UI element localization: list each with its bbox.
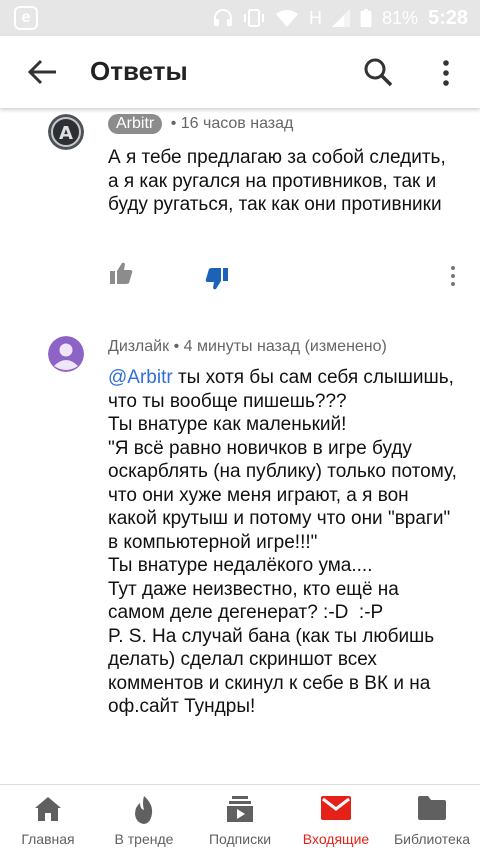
separator-dot: • xyxy=(173,338,184,355)
comment-meta: Arbitr • 16 часов назад xyxy=(108,114,293,134)
tab-library[interactable]: Библиотека xyxy=(384,785,480,855)
headphones-icon xyxy=(213,9,232,26)
page-title: Ответы xyxy=(90,56,188,86)
avatar[interactable]: A xyxy=(48,114,84,150)
tab-label: Библиотека xyxy=(393,831,471,847)
app-notification-icon: e xyxy=(14,6,38,30)
flame-icon xyxy=(135,796,153,824)
comment-arbitr: A Arbitr • 16 часов назад А я тебе предл… xyxy=(0,108,480,308)
tab-label: Подписки xyxy=(208,831,272,847)
search-icon[interactable] xyxy=(362,56,394,88)
app-bar: Ответы xyxy=(0,36,480,108)
tab-label: Входящие xyxy=(302,831,370,847)
home-icon xyxy=(35,797,61,821)
comment-text: @Arbitr ты хотя бы сам себя слышишь, что… xyxy=(108,366,458,719)
tab-label: В тренде xyxy=(114,831,174,847)
battery-percent: 81% xyxy=(381,7,418,28)
like-icon[interactable] xyxy=(108,260,134,286)
subscriptions-icon xyxy=(227,796,253,822)
avatar[interactable] xyxy=(48,336,84,372)
tab-trending[interactable]: В тренде xyxy=(96,785,192,855)
mention-link[interactable]: @Arbitr xyxy=(108,367,173,388)
back-arrow-icon[interactable] xyxy=(26,58,58,86)
network-type-label: H xyxy=(308,7,322,28)
folder-icon xyxy=(418,796,446,820)
comment-time: 16 часов назад xyxy=(180,115,294,132)
dislike-icon[interactable] xyxy=(204,266,230,292)
comment-more-icon[interactable] xyxy=(446,264,460,288)
bottom-nav: Главная В тренде Подписки Входящие Библи… xyxy=(0,784,480,855)
comment-time: 4 минуты назад (изменено) xyxy=(183,338,387,355)
status-bar: e H 81% 5:28 xyxy=(0,0,480,36)
clock: 5:28 xyxy=(427,6,468,29)
wifi-icon xyxy=(275,10,298,27)
comment-body: ты хотя бы сам себя слышишь, что ты вооб… xyxy=(108,367,457,717)
comment-meta: Дизлайк • 4 минуты назад (изменено) xyxy=(108,338,387,356)
comment-text: А я тебе предлагаю за собой следить, а я… xyxy=(108,147,452,215)
vibrate-icon xyxy=(243,9,264,27)
battery-icon xyxy=(360,9,372,27)
tab-inbox[interactable]: Входящие xyxy=(288,785,384,855)
inbox-icon xyxy=(321,796,351,820)
comment-dislike: Дизлайк • 4 минуты назад (изменено) @Arb… xyxy=(0,330,480,782)
author-name[interactable]: Дизлайк xyxy=(108,338,169,355)
separator-dot: • xyxy=(170,115,177,132)
tab-home[interactable]: Главная xyxy=(0,785,96,855)
author-name[interactable]: Arbitr xyxy=(108,114,163,134)
signal-icon xyxy=(331,9,350,27)
svg-text:A: A xyxy=(59,123,73,144)
tab-subscriptions[interactable]: Подписки xyxy=(192,785,288,855)
tab-label: Главная xyxy=(21,831,75,847)
more-vertical-icon[interactable] xyxy=(436,58,456,88)
